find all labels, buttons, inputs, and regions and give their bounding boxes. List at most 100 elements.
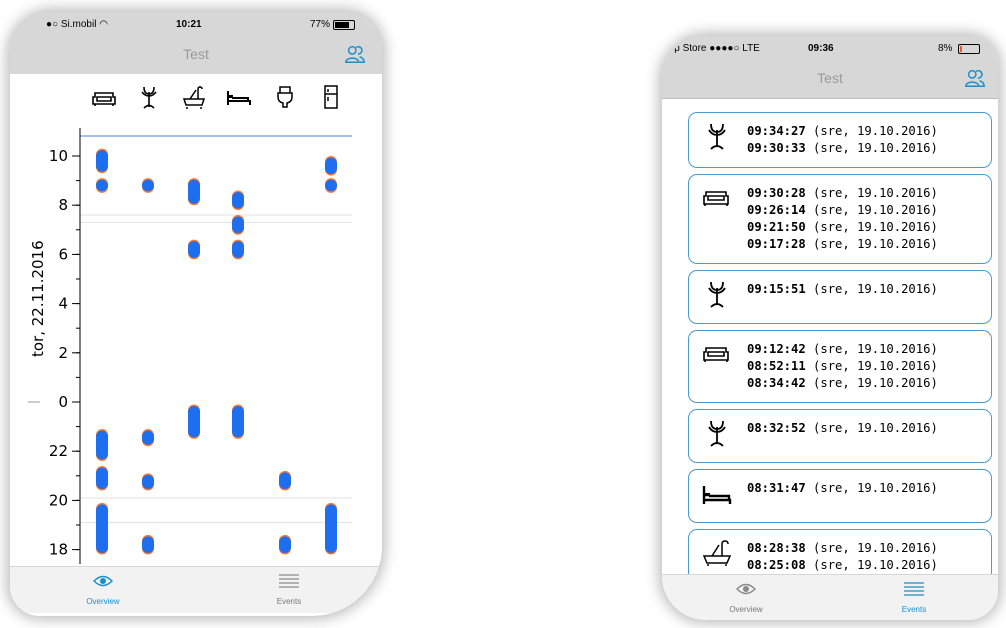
events-phone-screen: App Store ●●●●○ LTE 09:36 8% Test 09:34:…: [662, 36, 998, 620]
event-time: 08:31:47: [747, 481, 806, 495]
event-time-line: 09:15:51 (sre, 19.10.2016): [747, 281, 938, 298]
toilet-icon[interactable]: [272, 84, 298, 110]
event-bar: [142, 474, 154, 490]
event-bar: [279, 536, 291, 554]
y-tick-label: 6: [58, 245, 68, 263]
page-title: Test: [183, 46, 209, 62]
battery-percent: 8%: [938, 43, 953, 54]
room-icon-row: [10, 74, 382, 114]
tab-events-label: Events: [276, 597, 302, 606]
eye-icon: [736, 583, 756, 595]
event-bar: [96, 430, 108, 460]
event-time-line: 08:52:11 (sre, 19.10.2016): [747, 358, 938, 375]
event-time: 09:30:28: [747, 186, 806, 200]
event-bar: [96, 504, 108, 554]
bed-icon: [702, 486, 732, 504]
coat-rack-icon: [708, 123, 726, 150]
status-bar: App Store ●●●●○ LTE 09:36 8%: [662, 36, 998, 60]
event-time-line: 09:17:28 (sre, 19.10.2016): [747, 236, 938, 253]
event-card[interactable]: 09:15:51 (sre, 19.10.2016): [688, 270, 992, 324]
event-card[interactable]: 09:12:42 (sre, 19.10.2016) 08:52:11 (sre,…: [688, 330, 992, 403]
event-date: (sre, 19.10.2016): [805, 237, 938, 251]
carrier-label: ●○ Si.mobil ◠: [46, 19, 108, 30]
clock: 10:21: [176, 19, 202, 30]
event-time: 09:17:28: [747, 237, 806, 251]
event-time-line: 08:34:42 (sre, 19.10.2016): [747, 375, 938, 392]
coat-rack-icon[interactable]: [136, 84, 162, 110]
event-time: 08:28:38: [747, 541, 806, 555]
tab-overview-label: Overview: [86, 597, 120, 606]
eye-icon: [93, 575, 113, 587]
tab-bar: Overview Events: [10, 566, 382, 613]
event-card[interactable]: 08:31:47 (sre, 19.10.2016): [688, 469, 992, 523]
battery-icon: [958, 44, 980, 54]
event-time: 09:12:42: [747, 342, 806, 356]
event-date: (sre, 19.10.2016): [805, 359, 938, 373]
event-time-line: 09:21:50 (sre, 19.10.2016): [747, 219, 938, 236]
event-time: 09:15:51: [747, 282, 806, 296]
y-tick-label: 10: [49, 147, 68, 165]
event-time-line: 09:30:28 (sre, 19.10.2016): [747, 185, 938, 202]
event-bar: [188, 241, 200, 258]
y-tick-label: 22: [49, 442, 68, 460]
sofa-icon[interactable]: [91, 84, 117, 110]
y-tick-label: 2: [58, 344, 68, 362]
event-card[interactable]: 08:32:52 (sre, 19.10.2016): [688, 409, 992, 463]
nav-bar: Test: [662, 60, 998, 99]
tab-events-label: Events: [901, 605, 927, 614]
event-bar: [96, 467, 108, 490]
event-card[interactable]: 08:28:38 (sre, 19.10.2016) 08:25:08 (sre,…: [688, 529, 992, 574]
event-time: 08:52:11: [747, 359, 806, 373]
fridge-icon[interactable]: [318, 84, 344, 110]
tab-events[interactable]: Events: [196, 567, 382, 613]
event-times: 09:12:42 (sre, 19.10.2016) 08:52:11 (sre,…: [747, 341, 938, 392]
bed-icon[interactable]: [226, 84, 252, 110]
tab-overview-label: Overview: [729, 605, 763, 614]
carrier-label: App Store ●●●●○ LTE: [662, 43, 760, 54]
battery-percent: 77%: [310, 19, 331, 30]
event-bar: [188, 405, 200, 438]
event-bar: [96, 150, 108, 172]
event-date: (sre, 19.10.2016): [805, 220, 938, 234]
event-time: 08:34:42: [747, 376, 806, 390]
users-icon[interactable]: [964, 67, 986, 89]
tab-events[interactable]: Events: [830, 575, 998, 620]
event-times: 09:15:51 (sre, 19.10.2016): [747, 281, 938, 298]
tab-overview[interactable]: Overview: [10, 567, 196, 613]
event-date: (sre, 19.10.2016): [805, 124, 938, 138]
users-icon[interactable]: [344, 43, 366, 65]
event-card[interactable]: 09:30:28 (sre, 19.10.2016) 09:26:14 (sre,…: [688, 174, 992, 264]
event-time-line: 09:34:27 (sre, 19.10.2016): [747, 123, 938, 140]
event-time: 08:25:08: [747, 558, 806, 572]
event-bar: [96, 179, 108, 192]
event-time-line: 08:31:47 (sre, 19.10.2016): [747, 480, 938, 497]
coat-rack-icon: [708, 281, 726, 308]
event-card[interactable]: 09:34:27 (sre, 19.10.2016) 09:30:33 (sre,…: [688, 112, 992, 168]
event-time: 09:34:27: [747, 124, 806, 138]
event-times: 08:32:52 (sre, 19.10.2016): [747, 420, 938, 437]
bathtub-icon[interactable]: [181, 84, 207, 110]
sofa-icon: [703, 347, 729, 362]
nav-bar: Test: [10, 36, 382, 75]
event-time: 09:30:33: [747, 141, 806, 155]
event-bar: [325, 504, 337, 554]
event-date: (sre, 19.10.2016): [805, 558, 938, 572]
event-date: (sre, 19.10.2016): [805, 141, 938, 155]
tab-overview[interactable]: Overview: [662, 575, 830, 620]
y-tick-label: 8: [58, 196, 68, 214]
event-time-line: 09:30:33 (sre, 19.10.2016): [747, 140, 938, 157]
event-time: 09:21:50: [747, 220, 806, 234]
event-bar: [142, 430, 154, 445]
event-date: (sre, 19.10.2016): [805, 342, 938, 356]
event-time-line: 08:25:08 (sre, 19.10.2016): [747, 557, 938, 574]
event-time: 08:32:52: [747, 421, 806, 435]
event-bar: [142, 179, 154, 192]
overview-phone-screen: ●○ Si.mobil ◠ 10:21 77% Test 10 8 6 4 2 …: [10, 12, 382, 616]
event-timeline-chart: 1086420222018tor, 22.11.2016: [10, 114, 382, 564]
event-time-line: 08:28:38 (sre, 19.10.2016): [747, 540, 938, 557]
battery-icon: [333, 20, 355, 30]
event-time-line: 09:12:42 (sre, 19.10.2016): [747, 341, 938, 358]
y-tick-label: 0: [58, 393, 68, 411]
event-list: 09:34:27 (sre, 19.10.2016) 09:30:33 (sre,…: [662, 99, 998, 574]
tab-bar: Overview Events: [662, 574, 998, 620]
